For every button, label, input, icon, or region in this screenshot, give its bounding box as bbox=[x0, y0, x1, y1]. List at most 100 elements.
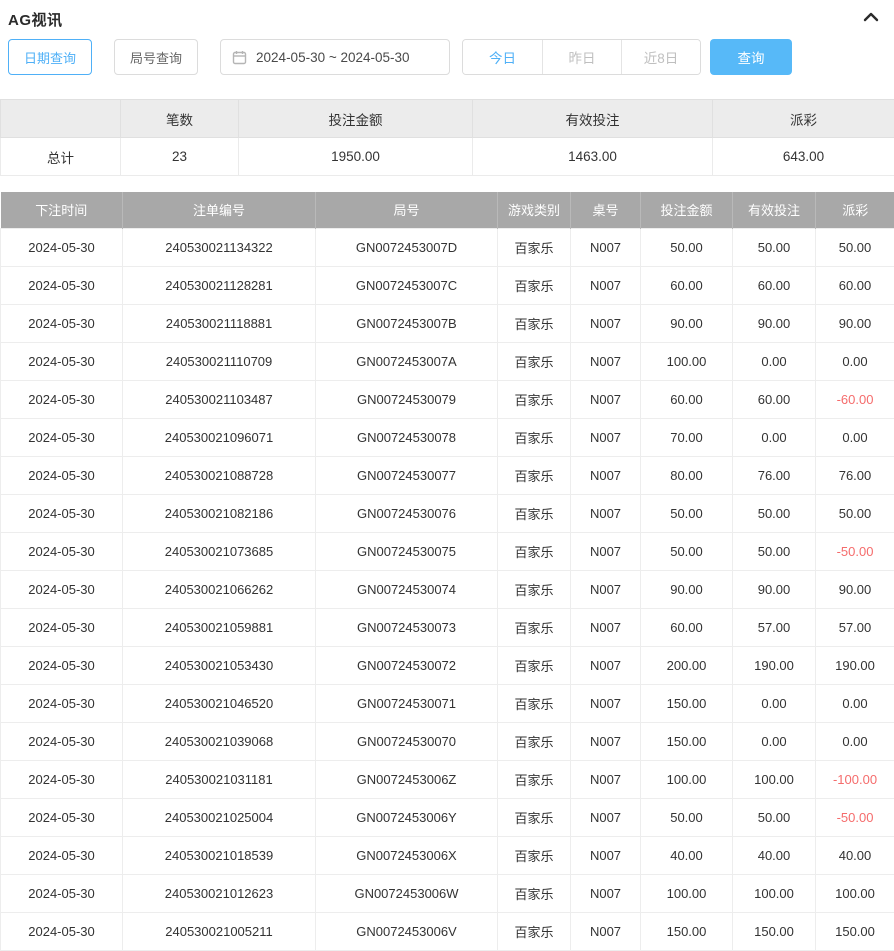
bet-time-cell: 2024-05-30 bbox=[1, 684, 123, 722]
game-type-cell: 百家乐 bbox=[498, 836, 571, 874]
quick-last8days-button[interactable]: 近8日 bbox=[621, 40, 700, 74]
bet-time-cell: 2024-05-30 bbox=[1, 266, 123, 304]
bet-id-cell: 240530021118881 bbox=[123, 304, 316, 342]
table-no-cell: N007 bbox=[571, 798, 641, 836]
bet-amount-cell: 150.00 bbox=[641, 684, 733, 722]
table-row: 2024-05-30240530021025004GN0072453006Y百家… bbox=[1, 798, 894, 836]
payout-cell: 40.00 bbox=[816, 836, 894, 874]
table-no-cell: N007 bbox=[571, 722, 641, 760]
bet-time-cell: 2024-05-30 bbox=[1, 494, 123, 532]
game-type-cell: 百家乐 bbox=[498, 532, 571, 570]
round-id-cell: GN00724530071 bbox=[316, 684, 498, 722]
game-type-cell: 百家乐 bbox=[498, 608, 571, 646]
col-table-no: 桌号 bbox=[571, 192, 641, 228]
bet-time-cell: 2024-05-30 bbox=[1, 836, 123, 874]
bet-id-cell: 240530021046520 bbox=[123, 684, 316, 722]
chevron-up-icon bbox=[863, 10, 879, 28]
bet-time-cell: 2024-05-30 bbox=[1, 304, 123, 342]
game-type-cell: 百家乐 bbox=[498, 304, 571, 342]
round-id-cell: GN00724530075 bbox=[316, 532, 498, 570]
table-row: 2024-05-30240530021110709GN0072453007A百家… bbox=[1, 342, 894, 380]
date-query-tab[interactable]: 日期查询 bbox=[8, 39, 92, 75]
date-range-picker[interactable]: 2024-05-30 ~ 2024-05-30 bbox=[220, 39, 450, 75]
round-id-cell: GN00724530072 bbox=[316, 646, 498, 684]
payout-cell: -50.00 bbox=[816, 532, 894, 570]
valid-bet-cell: 90.00 bbox=[733, 304, 816, 342]
filter-bar: 日期查询 局号查询 2024-05-30 ~ 2024-05-30 今日 昨日 … bbox=[0, 38, 894, 76]
quick-today-button[interactable]: 今日 bbox=[463, 40, 542, 74]
table-row: 2024-05-30240530021046520GN00724530071百家… bbox=[1, 684, 894, 722]
summary-col-valid-bet: 有效投注 bbox=[473, 100, 713, 138]
round-id-cell: GN0072453006W bbox=[316, 874, 498, 912]
payout-cell: -50.00 bbox=[816, 798, 894, 836]
round-id-cell: GN0072453006V bbox=[316, 912, 498, 950]
valid-bet-cell: 60.00 bbox=[733, 380, 816, 418]
payout-cell: -60.00 bbox=[816, 380, 894, 418]
bet-id-cell: 240530021088728 bbox=[123, 456, 316, 494]
col-valid-bet: 有效投注 bbox=[733, 192, 816, 228]
table-no-cell: N007 bbox=[571, 304, 641, 342]
valid-bet-cell: 100.00 bbox=[733, 760, 816, 798]
round-id-cell: GN00724530079 bbox=[316, 380, 498, 418]
valid-bet-cell: 0.00 bbox=[733, 722, 816, 760]
summary-payout-value: 643.00 bbox=[713, 138, 894, 176]
payout-cell: 0.00 bbox=[816, 418, 894, 456]
game-type-cell: 百家乐 bbox=[498, 570, 571, 608]
bet-id-cell: 240530021110709 bbox=[123, 342, 316, 380]
valid-bet-cell: 0.00 bbox=[733, 342, 816, 380]
bet-time-cell: 2024-05-30 bbox=[1, 380, 123, 418]
bet-amount-cell: 90.00 bbox=[641, 304, 733, 342]
bet-id-cell: 240530021031181 bbox=[123, 760, 316, 798]
round-id-cell: GN0072453007C bbox=[316, 266, 498, 304]
table-no-cell: N007 bbox=[571, 646, 641, 684]
game-type-cell: 百家乐 bbox=[498, 912, 571, 950]
bet-id-cell: 240530021039068 bbox=[123, 722, 316, 760]
game-type-cell: 百家乐 bbox=[498, 646, 571, 684]
round-id-cell: GN0072453006X bbox=[316, 836, 498, 874]
bet-time-cell: 2024-05-30 bbox=[1, 570, 123, 608]
col-bet-id: 注单编号 bbox=[123, 192, 316, 228]
game-type-cell: 百家乐 bbox=[498, 684, 571, 722]
table-no-cell: N007 bbox=[571, 532, 641, 570]
table-no-cell: N007 bbox=[571, 342, 641, 380]
round-query-tab[interactable]: 局号查询 bbox=[114, 39, 198, 75]
game-type-cell: 百家乐 bbox=[498, 874, 571, 912]
payout-cell: 0.00 bbox=[816, 722, 894, 760]
valid-bet-cell: 190.00 bbox=[733, 646, 816, 684]
round-id-cell: GN00724530078 bbox=[316, 418, 498, 456]
quick-yesterday-button[interactable]: 昨日 bbox=[542, 40, 621, 74]
round-id-cell: GN0072453006Z bbox=[316, 760, 498, 798]
col-round-id: 局号 bbox=[316, 192, 498, 228]
table-row: 2024-05-30240530021018539GN0072453006X百家… bbox=[1, 836, 894, 874]
bet-amount-cell: 100.00 bbox=[641, 342, 733, 380]
round-id-cell: GN0072453007A bbox=[316, 342, 498, 380]
calendar-icon bbox=[232, 50, 247, 65]
game-type-cell: 百家乐 bbox=[498, 798, 571, 836]
bet-amount-cell: 150.00 bbox=[641, 912, 733, 950]
valid-bet-cell: 50.00 bbox=[733, 494, 816, 532]
table-no-cell: N007 bbox=[571, 570, 641, 608]
summary-total-row: 总计 23 1950.00 1463.00 643.00 bbox=[1, 138, 894, 176]
table-row: 2024-05-30240530021088728GN00724530077百家… bbox=[1, 456, 894, 494]
game-type-cell: 百家乐 bbox=[498, 342, 571, 380]
summary-col-blank bbox=[1, 100, 121, 138]
round-id-cell: GN0072453007D bbox=[316, 228, 498, 266]
collapse-button[interactable] bbox=[862, 10, 880, 28]
bet-table-body: 2024-05-30240530021134322GN0072453007D百家… bbox=[1, 228, 894, 950]
bet-time-cell: 2024-05-30 bbox=[1, 342, 123, 380]
payout-cell: 57.00 bbox=[816, 608, 894, 646]
ag-video-panel: AG视讯 日期查询 局号查询 2024-05-30 ~ 2024-05-30 今… bbox=[0, 0, 894, 951]
bet-id-cell: 240530021134322 bbox=[123, 228, 316, 266]
bet-amount-cell: 40.00 bbox=[641, 836, 733, 874]
table-row: 2024-05-30240530021118881GN0072453007B百家… bbox=[1, 304, 894, 342]
table-row: 2024-05-30240530021053430GN00724530072百家… bbox=[1, 646, 894, 684]
game-type-cell: 百家乐 bbox=[498, 266, 571, 304]
round-id-cell: GN00724530074 bbox=[316, 570, 498, 608]
bet-amount-cell: 60.00 bbox=[641, 380, 733, 418]
search-button[interactable]: 查询 bbox=[710, 39, 792, 75]
bet-time-cell: 2024-05-30 bbox=[1, 874, 123, 912]
table-no-cell: N007 bbox=[571, 380, 641, 418]
game-type-cell: 百家乐 bbox=[498, 760, 571, 798]
bet-id-cell: 240530021096071 bbox=[123, 418, 316, 456]
summary-total-label: 总计 bbox=[1, 138, 121, 176]
